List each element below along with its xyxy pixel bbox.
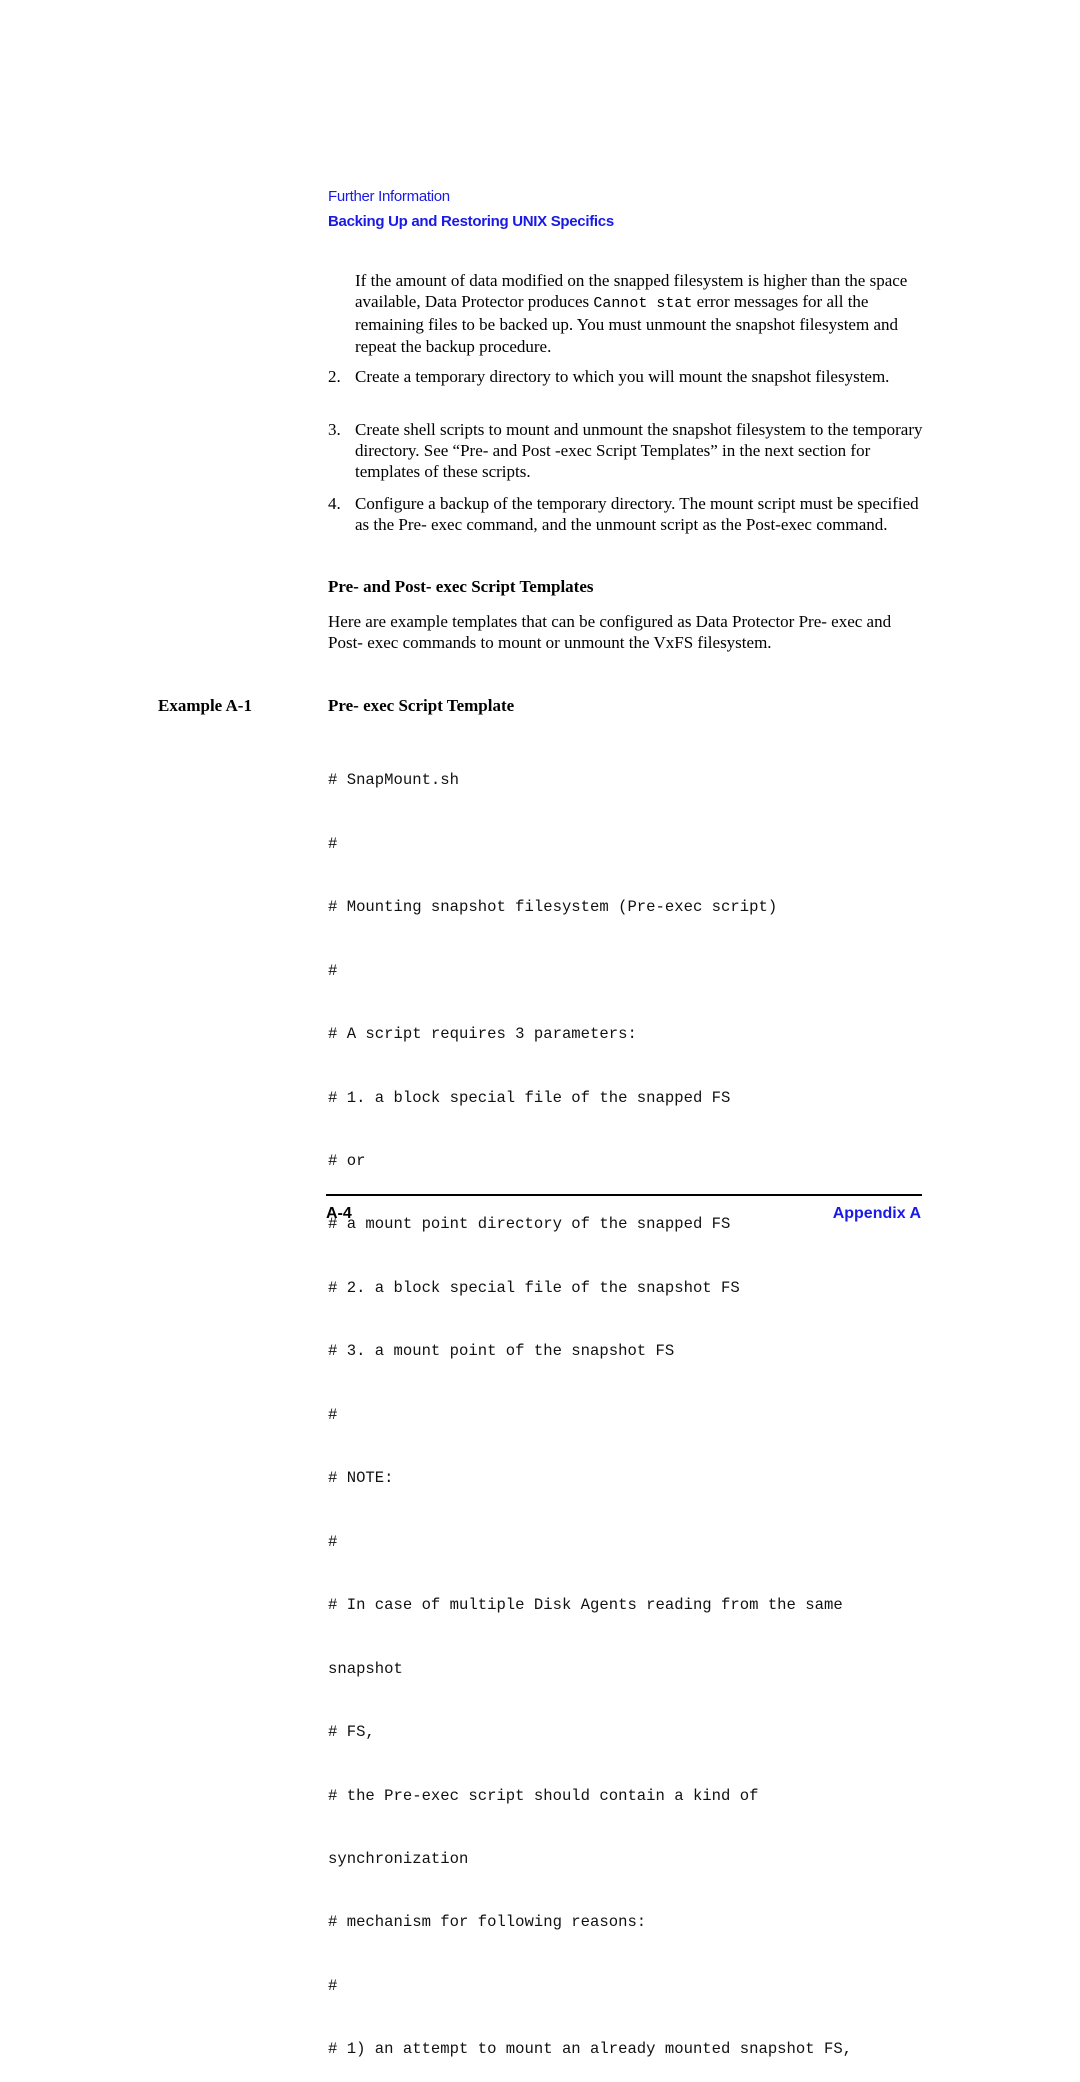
running-header-chapter: Further Information (328, 188, 450, 205)
code-line: # (328, 1405, 338, 1424)
page-number: A-4 (326, 1205, 352, 1222)
code-line: # 2. a block special file of the snapsho… (328, 1278, 740, 1297)
code-line: # the Pre-exec script should contain a k… (328, 1786, 759, 1805)
code-line: # (328, 961, 338, 980)
code-line: # Mounting snapshot filesystem (Pre-exec… (328, 898, 778, 917)
intro-paragraph: If the amount of data modified on the sn… (355, 270, 925, 357)
code-line: # NOTE: (328, 1469, 394, 1488)
step-text: Create shell scripts to mount and unmoun… (355, 420, 923, 482)
step-item: 3. Create shell scripts to mount and unm… (328, 419, 928, 483)
step-text: Configure a backup of the temporary dire… (355, 494, 919, 535)
code-line: # A script requires 3 parameters: (328, 1025, 637, 1044)
code-line: synchronization (328, 1850, 469, 1869)
code-line: # 1) an attempt to mount an already moun… (328, 2040, 853, 2059)
step-number: 4. (328, 494, 341, 513)
code-listing: # SnapMount.sh # # Mounting snapshot fil… (328, 728, 852, 2082)
code-line: # In case of multiple Disk Agents readin… (328, 1596, 843, 1615)
code-line: # SnapMount.sh (328, 771, 460, 790)
code-line: # 3. a mount point of the snapshot FS (328, 1342, 675, 1361)
code-line: # or (328, 1152, 366, 1171)
running-header-section: Backing Up and Restoring UNIX Specifics (328, 213, 614, 230)
code-line: # 1. a block special file of the snapped… (328, 1088, 731, 1107)
step-text: Create a temporary directory to which yo… (355, 367, 890, 386)
example-title: Pre- exec Script Template (328, 696, 515, 715)
code-line: # FS, (328, 1723, 375, 1742)
example-label: Example A-1 (158, 696, 252, 715)
footer-appendix-label: Appendix A (832, 1205, 921, 1222)
step-number: 3. (328, 420, 341, 439)
code-line: # (328, 834, 338, 853)
templates-paragraph: Here are example templates that can be c… (328, 612, 892, 653)
section-heading: Pre- and Post- exec Script Templates (328, 577, 594, 596)
code-line: # (328, 1976, 338, 1995)
step-number: 2. (328, 367, 341, 386)
inline-code-cannot-stat: Cannot stat (593, 295, 693, 313)
code-line: snapshot (328, 1659, 403, 1678)
step-item: 2. Create a temporary directory to which… (328, 366, 928, 387)
step-item: 4. Configure a backup of the temporary d… (328, 493, 928, 535)
code-line: # a mount point directory of the snapped… (328, 1215, 731, 1234)
code-line: # (328, 1532, 338, 1551)
code-line: # mechanism for following reasons: (328, 1913, 647, 1932)
footer-divider (326, 1194, 922, 1196)
